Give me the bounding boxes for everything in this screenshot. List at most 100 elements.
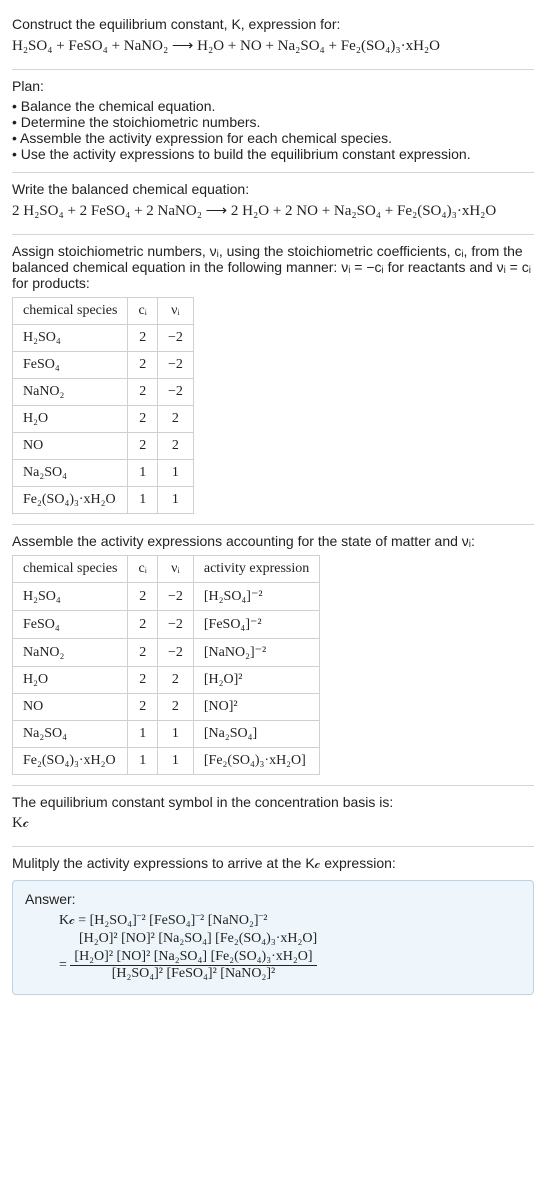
cell-ci: 2 (128, 639, 158, 667)
cell-ci: 2 (128, 667, 158, 694)
prompt-section: Construct the equilibrium constant, K, e… (12, 8, 534, 70)
table-header-row: chemical species cᵢ νᵢ activity expressi… (13, 556, 320, 583)
table-row: H₂SO₄2−2[H₂SO₄]⁻² (13, 583, 320, 611)
cell-vi: 2 (157, 667, 193, 694)
cell-vi: −2 (157, 639, 193, 667)
cell-species: NaNO₂ (13, 379, 128, 406)
cell-ci: 2 (128, 352, 158, 379)
stoich-intro: Assign stoichiometric numbers, νᵢ, using… (12, 243, 534, 291)
cell-vi: 1 (157, 487, 193, 514)
cell-vi: −2 (157, 583, 193, 611)
table-row: H₂SO₄2−2 (13, 325, 194, 352)
cell-activity: [FeSO₄]⁻² (193, 611, 319, 639)
fraction-denominator: [H₂SO₄]² [FeSO₄]² [NaNO₂]² (70, 965, 316, 982)
table-row: FeSO₄2−2[FeSO₄]⁻² (13, 611, 320, 639)
cell-vi: −2 (157, 379, 193, 406)
table-header-row: chemical species cᵢ νᵢ (13, 298, 194, 325)
answer-title: Answer: (25, 891, 521, 907)
plan-section: Plan: Balance the chemical equation. Det… (12, 70, 534, 173)
cell-ci: 1 (128, 748, 158, 775)
multiply-intro: Mulitply the activity expressions to arr… (12, 855, 534, 872)
cell-ci: 1 (128, 487, 158, 514)
plan-item: Balance the chemical equation. (12, 98, 534, 114)
cell-species: H₂O (13, 406, 128, 433)
table-row: Na₂SO₄11[Na₂SO₄] (13, 721, 320, 748)
cell-ci: 1 (128, 721, 158, 748)
cell-vi: 2 (157, 433, 193, 460)
equals-sign: = (59, 958, 70, 973)
col-vi: νᵢ (157, 298, 193, 325)
cell-vi: 1 (157, 460, 193, 487)
cell-species: FeSO₄ (13, 352, 128, 379)
kc-symbol-intro: The equilibrium constant symbol in the c… (12, 794, 534, 810)
answer-fraction: [H₂O]² [NO]² [Na₂SO₄] [Fe₂(SO₄)₃·xH₂O] [… (70, 949, 316, 982)
col-species: chemical species (13, 298, 128, 325)
balanced-intro: Write the balanced chemical equation: (12, 181, 534, 197)
cell-species: Fe₂(SO₄)₃·xH₂O (13, 487, 128, 514)
kc-symbol-section: The equilibrium constant symbol in the c… (12, 786, 534, 847)
prompt-line1: Construct the equilibrium constant, K, e… (12, 16, 534, 32)
cell-activity: [H₂SO₄]⁻² (193, 583, 319, 611)
cell-ci: 2 (128, 433, 158, 460)
cell-species: H₂SO₄ (13, 325, 128, 352)
balanced-equation: 2 H₂SO₄ + 2 FeSO₄ + 2 NaNO₂ ⟶ 2 H₂O + 2 … (12, 201, 534, 220)
multiply-section: Mulitply the activity expressions to arr… (12, 847, 534, 1005)
cell-ci: 2 (128, 611, 158, 639)
cell-activity: [Fe₂(SO₄)₃·xH₂O] (193, 748, 319, 775)
cell-vi: 2 (157, 694, 193, 721)
table-row: Fe₂(SO₄)₃·xH₂O11 (13, 487, 194, 514)
plan-item: Use the activity expressions to build th… (12, 146, 534, 162)
cell-species: Na₂SO₄ (13, 460, 128, 487)
stoich-table: chemical species cᵢ νᵢ H₂SO₄2−2 FeSO₄2−2… (12, 297, 194, 514)
cell-ci: 2 (128, 325, 158, 352)
answer-line1: K𝒸 = [H₂SO₄]⁻² [FeSO₄]⁻² [NaNO₂]⁻² (25, 913, 521, 929)
cell-ci: 2 (128, 694, 158, 721)
col-ci: cᵢ (128, 556, 158, 583)
table-row: NO22[NO]² (13, 694, 320, 721)
cell-ci: 2 (128, 379, 158, 406)
cell-vi: −2 (157, 325, 193, 352)
table-row: NO22 (13, 433, 194, 460)
activity-intro: Assemble the activity expressions accoun… (12, 533, 534, 549)
cell-species: NO (13, 433, 128, 460)
cell-activity: [NO]² (193, 694, 319, 721)
table-row: Na₂SO₄11 (13, 460, 194, 487)
cell-species: H₂SO₄ (13, 583, 128, 611)
cell-species: NaNO₂ (13, 639, 128, 667)
col-ci: cᵢ (128, 298, 158, 325)
cell-species: Na₂SO₄ (13, 721, 128, 748)
balanced-section: Write the balanced chemical equation: 2 … (12, 173, 534, 235)
table-row: H₂O22[H₂O]² (13, 667, 320, 694)
table-row: H₂O22 (13, 406, 194, 433)
cell-activity: [Na₂SO₄] (193, 721, 319, 748)
cell-activity: [H₂O]² (193, 667, 319, 694)
col-species: chemical species (13, 556, 128, 583)
cell-species: Fe₂(SO₄)₃·xH₂O (13, 748, 128, 775)
cell-species: FeSO₄ (13, 611, 128, 639)
cell-vi: −2 (157, 352, 193, 379)
table-row: NaNO₂2−2[NaNO₂]⁻² (13, 639, 320, 667)
answer-box: Answer: K𝒸 = [H₂SO₄]⁻² [FeSO₄]⁻² [NaNO₂]… (12, 880, 534, 995)
cell-ci: 2 (128, 583, 158, 611)
cell-species: NO (13, 694, 128, 721)
col-vi: νᵢ (157, 556, 193, 583)
answer-line2: [H₂O]² [NO]² [Na₂SO₄] [Fe₂(SO₄)₃·xH₂O] (25, 931, 521, 947)
cell-activity: [NaNO₂]⁻² (193, 639, 319, 667)
col-activity: activity expression (193, 556, 319, 583)
plan-title: Plan: (12, 78, 534, 94)
cell-ci: 1 (128, 460, 158, 487)
prompt-equation: H₂SO₄ + FeSO₄ + NaNO₂ ⟶ H₂O + NO + Na₂SO… (12, 36, 534, 55)
activity-table: chemical species cᵢ νᵢ activity expressi… (12, 555, 320, 775)
cell-vi: 1 (157, 748, 193, 775)
plan-list: Balance the chemical equation. Determine… (12, 98, 534, 162)
fraction-numerator: [H₂O]² [NO]² [Na₂SO₄] [Fe₂(SO₄)₃·xH₂O] (70, 949, 316, 965)
cell-vi: −2 (157, 611, 193, 639)
kc-symbol: K𝒸 (12, 814, 534, 832)
plan-item: Determine the stoichiometric numbers. (12, 114, 534, 130)
cell-ci: 2 (128, 406, 158, 433)
table-row: FeSO₄2−2 (13, 352, 194, 379)
activity-section: Assemble the activity expressions accoun… (12, 525, 534, 786)
stoich-section: Assign stoichiometric numbers, νᵢ, using… (12, 235, 534, 525)
table-row: Fe₂(SO₄)₃·xH₂O11[Fe₂(SO₄)₃·xH₂O] (13, 748, 320, 775)
cell-vi: 1 (157, 721, 193, 748)
